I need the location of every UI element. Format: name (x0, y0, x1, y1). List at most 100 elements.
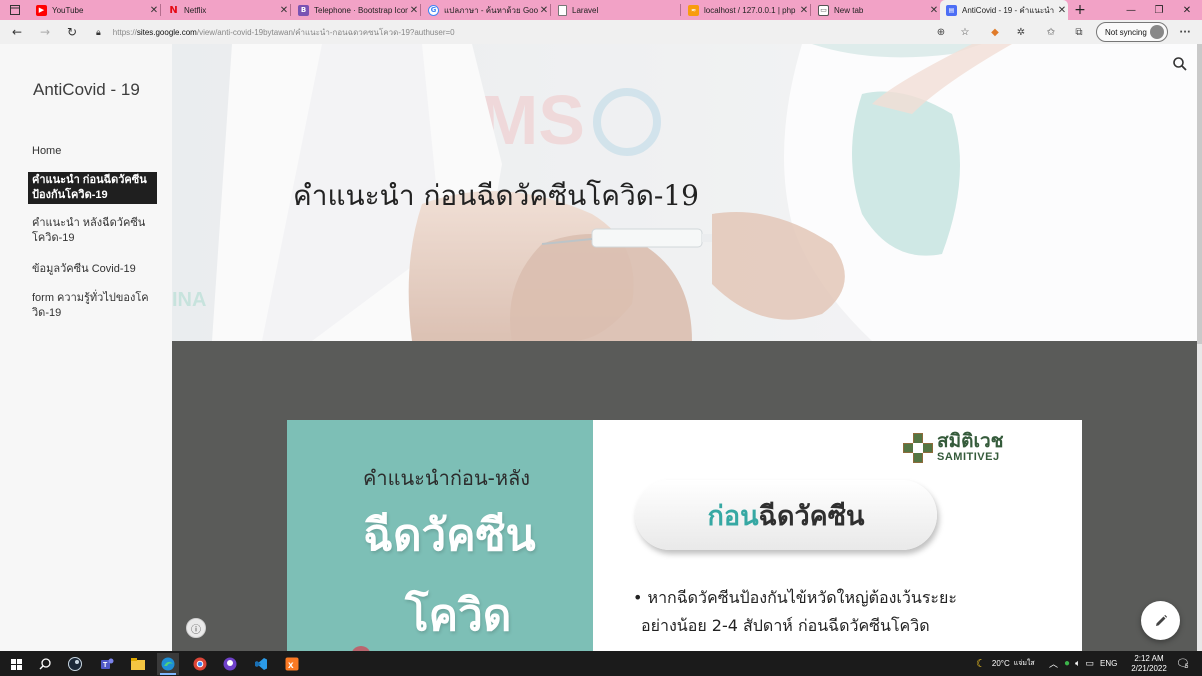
add-favorite-icon[interactable]: ☆ (956, 23, 974, 41)
tab-anticovid-active[interactable]: ▤ AntiCovid - 19 - คำแนะนำ ก่ ✕ (940, 0, 1068, 20)
extension-fox-icon[interactable]: ◆ (986, 23, 1004, 41)
forward-button[interactable]: → (36, 23, 54, 41)
info-icon: ⓘ (191, 624, 201, 636)
github-icon (223, 657, 237, 671)
document-icon (558, 4, 567, 16)
pencil-icon (1155, 614, 1167, 626)
vscode-icon (255, 658, 267, 670)
nav-item-home[interactable]: Home (32, 144, 158, 159)
nav-item-form[interactable]: form ความรู้ทั่วไปของโควิด-19 (32, 291, 158, 321)
back-button[interactable]: ← (8, 23, 26, 41)
tab-youtube[interactable]: ▶ YouTube ✕ (30, 0, 161, 20)
advice-text: • หากฉีดวัคซีนป้องกันไข้หวัดใหญ่ต้องเว้น… (633, 584, 957, 640)
close-tab-icon[interactable]: ✕ (928, 5, 940, 16)
start-button[interactable] (5, 653, 27, 675)
tab-bootstrap-icons[interactable]: B Telephone · Bootstrap Icon ✕ (292, 0, 421, 20)
clock-date: 2/21/2022 (1131, 663, 1167, 673)
url-host: sites.google.com (136, 27, 197, 37)
site-search-button[interactable] (1170, 54, 1190, 74)
netflix-icon: N (169, 4, 178, 16)
tab-label: Telephone · Bootstrap Icon (314, 5, 408, 15)
restore-button[interactable]: ❐ (1144, 0, 1174, 20)
windows-taskbar: T x ☾ 20°C แจ่มใส ︿ ● 🔈︎ ▭ ENG 2:12 AM 2… (0, 651, 1202, 676)
close-tab-icon[interactable]: ✕ (148, 5, 160, 16)
reload-icon: ↻ (66, 25, 78, 39)
tab-label: Laravel (572, 5, 599, 15)
hospital-cross-icon (903, 432, 933, 463)
svg-text:x: x (288, 660, 294, 671)
browser-toolbar: ← → ↻ 🔒︎ https://sites.google.com/view/a… (0, 20, 1202, 44)
site-info-button[interactable]: ⓘ (186, 618, 206, 638)
banner-right-panel: สมิติเวช SAMITIVEJ ก่อน ฉีดวัคซีน • หากฉี… (593, 420, 1082, 651)
collections-icon[interactable]: ⧉ (1070, 23, 1088, 41)
extensions-puzzle-icon[interactable]: ✲ (1012, 23, 1030, 41)
search-icon (1173, 57, 1187, 71)
taskbar-github[interactable] (219, 653, 241, 675)
svg-text:T: T (103, 662, 108, 669)
address-bar[interactable]: 🔒︎ https://sites.google.com/view/anti-co… (92, 22, 932, 42)
profile-sync-button[interactable]: Not syncing (1096, 22, 1168, 42)
close-tab-icon[interactable]: ✕ (798, 5, 810, 16)
language-indicator[interactable]: ENG (1100, 659, 1117, 668)
nav-item-after-vaccine[interactable]: คำแนะนำ หลังฉีดวัคซีนโควิด-19 (32, 216, 158, 246)
site-title[interactable]: AntiCovid - 19 (33, 80, 140, 100)
new-tab-button[interactable]: + (1068, 0, 1092, 20)
taskbar-xampp[interactable]: x (281, 653, 303, 675)
nav-item-before-vaccine[interactable]: คำแนะนำ ก่อนฉีดวัคซีนป้องกันโควิด-19 (28, 172, 157, 204)
tab-laravel[interactable]: Laravel (552, 0, 681, 20)
minimize-button[interactable]: — (1116, 0, 1146, 20)
phpmyadmin-icon: ≈ (688, 4, 699, 16)
favorites-icon[interactable]: ✩ (1042, 23, 1060, 41)
steam-icon (68, 657, 82, 671)
chevron-up-icon[interactable]: ︿ (1049, 657, 1058, 670)
youtube-icon: ▶ (36, 4, 47, 16)
taskbar-vscode[interactable] (250, 653, 272, 675)
tab-netflix[interactable]: N Netflix ✕ (162, 0, 291, 20)
content-section: คำแนะนำก่อน-หลัง ฉีดวัคซีน โควิด สมิติเว… (172, 341, 1197, 651)
weather-desc: แจ่มใส (1013, 660, 1035, 667)
weather-widget[interactable]: ☾ 20°C แจ่มใส (976, 651, 1035, 676)
restore-icon: ❐ (1154, 4, 1164, 16)
nav-item-vaccine-info[interactable]: ข้อมูลวัคซีน Covid-19 (32, 262, 158, 277)
taskbar-steam[interactable] (64, 653, 86, 675)
folder-icon (131, 658, 145, 670)
clock[interactable]: 2:12 AM 2/21/2022 (1130, 651, 1168, 676)
volume-icon[interactable]: 🔈︎ (1075, 658, 1080, 669)
url-scheme: https:// (112, 27, 137, 37)
tab-google-translate[interactable]: G แปลภาษา - ค้นหาด้วย Google ✕ (422, 0, 551, 20)
wifi-icon[interactable]: ▭ (1085, 658, 1094, 669)
taskbar-file-explorer[interactable] (127, 653, 149, 675)
edit-page-button[interactable] (1141, 601, 1180, 640)
tab-label: YouTube (52, 5, 84, 15)
logo-thai-text: สมิติเวช (937, 430, 1004, 452)
taskbar-teams[interactable]: T (96, 653, 118, 675)
zoom-icon[interactable]: ⊕ (932, 23, 950, 41)
reload-button[interactable]: ↻ (63, 23, 81, 41)
close-tab-icon[interactable]: ✕ (278, 5, 290, 16)
tab-new-tab[interactable]: ▭ New tab ✕ (812, 0, 940, 20)
samitivej-logo: สมิติเวช SAMITIVEJ (903, 432, 1004, 463)
site-sidebar: AntiCovid - 19 Home คำแนะนำ ก่อนฉีดวัคซี… (0, 44, 172, 651)
close-tab-icon[interactable]: ✕ (1056, 5, 1068, 16)
taskbar-chrome-profile[interactable] (189, 653, 211, 675)
browser-tab-strip: ▶ YouTube ✕ N Netflix ✕ B Telephone · Bo… (0, 0, 1202, 20)
close-tab-icon[interactable]: ✕ (538, 5, 550, 16)
taskbar-edge[interactable] (157, 653, 179, 675)
tab-label: Netflix (184, 5, 207, 15)
pill-suffix: ฉีดวัคซีน (758, 500, 865, 532)
lock-icon: 🔒︎ (96, 26, 101, 37)
more-menu-button[interactable]: ··· (1176, 23, 1194, 41)
banner-left-panel: คำแนะนำก่อน-หลัง ฉีดวัคซีน โควิด (287, 420, 593, 651)
tab-phpmyadmin[interactable]: ≈ localhost / 127.0.0.1 | php ✕ (682, 0, 811, 20)
tab-label: แปลภาษา - ค้นหาด้วย Google (444, 5, 538, 15)
taskbar-search-button[interactable] (34, 653, 56, 675)
tab-label: AntiCovid - 19 - คำแนะนำ ก่ (962, 5, 1056, 15)
scrollbar-thumb[interactable] (1197, 44, 1202, 344)
banner-headline-2: โควิด (405, 590, 512, 641)
close-tab-icon[interactable]: ✕ (408, 5, 420, 16)
tab-label: New tab (834, 5, 864, 15)
tab-actions-button[interactable] (0, 0, 30, 20)
network-status-icon[interactable]: ● (1064, 658, 1070, 669)
close-window-button[interactable]: ✕ (1172, 0, 1202, 20)
notification-center-button[interactable]: 🗨︎ 5 (1176, 651, 1190, 676)
